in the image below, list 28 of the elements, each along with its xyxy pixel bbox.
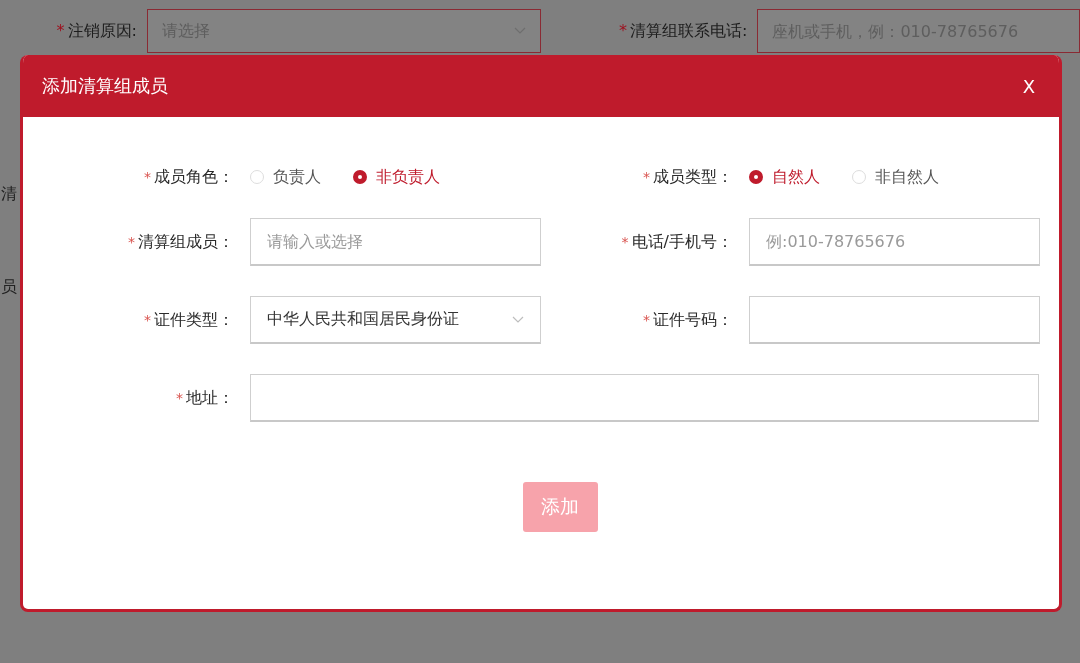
close-button[interactable]: X: [1016, 73, 1041, 99]
field-label: 清算组联系电话:: [630, 20, 748, 40]
select-field[interactable]: 中华人民共和国居民身份证: [250, 296, 541, 344]
required-mark: *: [621, 233, 629, 250]
required-mark: *: [619, 20, 627, 40]
radio-option[interactable]: 非自然人: [852, 166, 939, 188]
field-label: 电话/手机号：: [631, 231, 733, 251]
field-label: 注销原因:: [67, 20, 137, 40]
required-mark: *: [128, 233, 135, 250]
field-label: 清算组成员：: [138, 231, 234, 251]
field-label: 证件号码：: [653, 309, 733, 329]
radio-option[interactable]: 非负责人: [353, 166, 440, 188]
field-label: 员: [1, 277, 18, 298]
radio-option[interactable]: 自然人: [749, 166, 820, 188]
required-mark: *: [144, 168, 151, 185]
required-mark: *: [56, 20, 65, 40]
required-mark: *: [144, 311, 151, 328]
radio-option[interactable]: 负责人: [250, 166, 321, 188]
field-label: 地址：: [186, 387, 234, 407]
field-label: 成员类型：: [653, 166, 733, 186]
required-mark: *: [176, 389, 183, 406]
required-mark: *: [643, 311, 650, 328]
field-label: 清: [1, 184, 18, 205]
field-label: 成员角色：: [154, 166, 234, 186]
caret-icon: [512, 315, 524, 324]
dialog-title: 添加清算组成员: [42, 74, 168, 98]
required-mark: *: [643, 168, 650, 185]
field-label: 证件类型：: [154, 309, 234, 329]
